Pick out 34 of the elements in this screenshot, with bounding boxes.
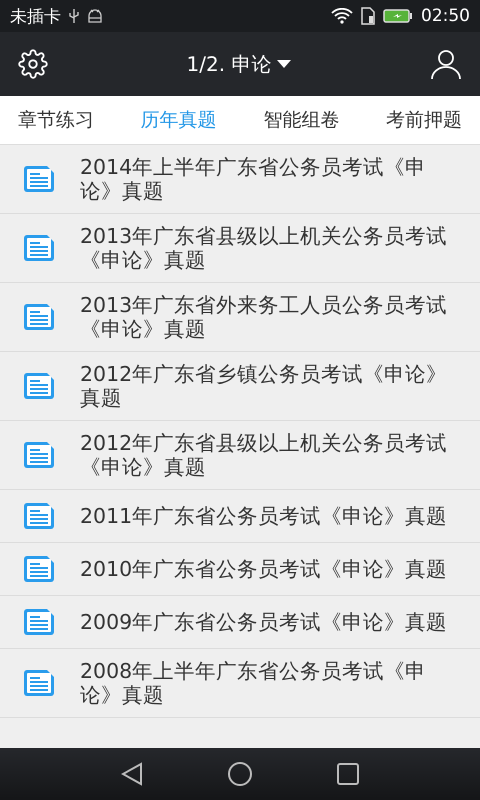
android-icon (87, 9, 103, 23)
document-icon (24, 502, 56, 530)
home-icon[interactable] (225, 759, 255, 789)
document-icon (24, 372, 56, 400)
battery-icon (383, 8, 413, 24)
sim-icon (361, 7, 375, 25)
tab[interactable]: 考前押题 (384, 101, 464, 139)
settings-icon[interactable] (16, 47, 50, 81)
document-icon (24, 441, 56, 469)
document-icon (24, 555, 56, 583)
wifi-icon (331, 8, 353, 24)
document-icon (24, 234, 56, 262)
recents-icon[interactable] (335, 761, 361, 787)
document-icon (24, 165, 56, 193)
subject-dropdown[interactable]: 1/2. 申论 (182, 46, 296, 82)
tab[interactable]: 智能组卷 (261, 101, 342, 139)
document-icon (24, 669, 56, 697)
paper-title: 2009年广东省公务员考试《申论》真题 (80, 610, 448, 634)
paper-title: 2008年上半年广东省公务员考试《申论》真题 (80, 659, 428, 707)
clock-text: 02:50 (421, 6, 470, 26)
paper-title: 2013年广东省外来务工人员公务员考试《申论》真题 (80, 293, 448, 341)
paper-title: 2012年广东省县级以上机关公务员考试《申论》真题 (80, 431, 448, 479)
caret-icon (277, 60, 292, 68)
paper-title: 2014年上半年广东省公务员考试《申论》真题 (80, 155, 428, 203)
back-icon[interactable] (119, 760, 145, 788)
paper-title: 2013年广东省县级以上机关公务员考试《申论》真题 (80, 224, 448, 272)
tab[interactable]: 章节练习 (16, 101, 96, 139)
document-icon (24, 608, 56, 636)
paper-title: 2012年广东省乡镇公务员考试《申论》真题 (80, 362, 448, 410)
document-icon (24, 303, 56, 331)
usb-icon (69, 8, 79, 24)
paper-title: 2011年广东省公务员考试《申论》真题 (80, 504, 448, 528)
paper-title: 2010年广东省公务员考试《申论》真题 (80, 557, 448, 581)
carrier-text: 未插卡 (10, 6, 61, 28)
